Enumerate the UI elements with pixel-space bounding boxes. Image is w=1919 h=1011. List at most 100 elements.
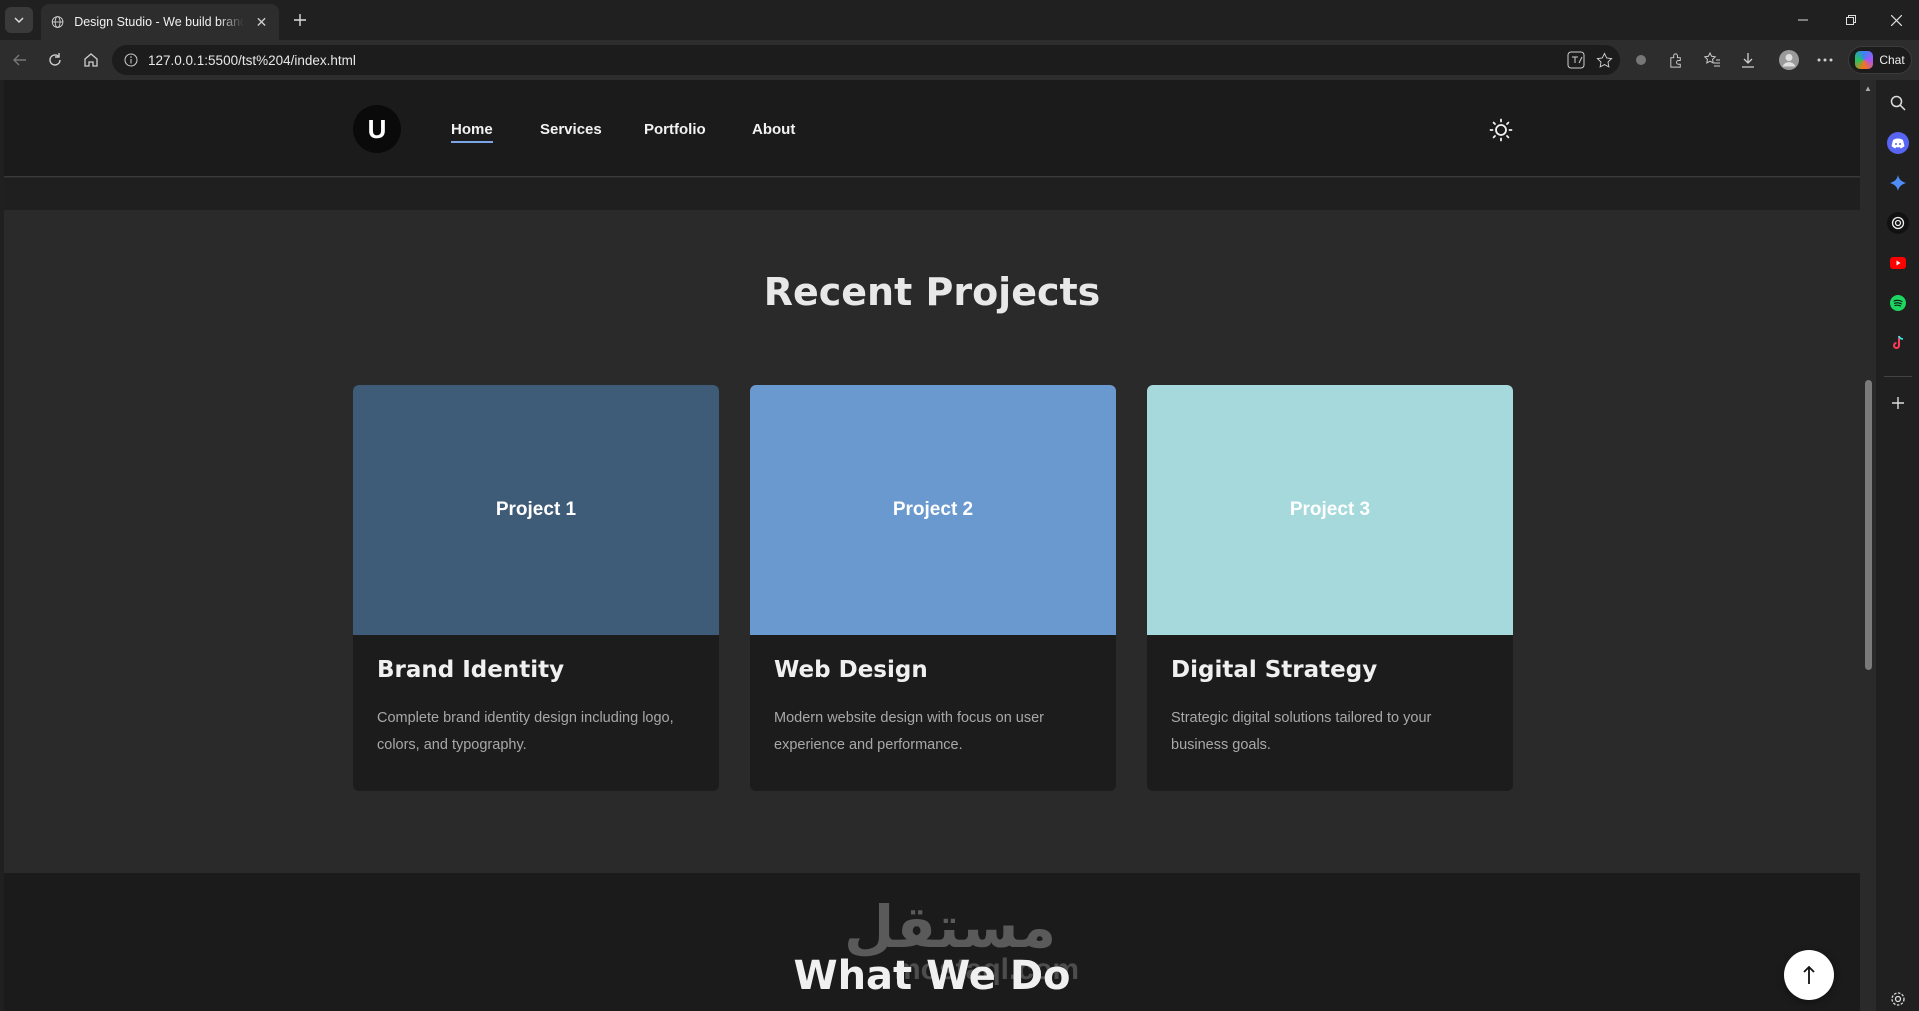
project-title: Web Design [774, 657, 928, 683]
chatgpt-icon [1891, 216, 1905, 230]
sparkle-icon [1890, 175, 1906, 191]
sidebar-gemini-button[interactable] [1887, 172, 1909, 194]
extension-dot-icon [1636, 55, 1646, 65]
close-icon [1890, 14, 1902, 26]
services-section: مستقل mostaql.com What We Do [4, 873, 1860, 1011]
nav-about[interactable]: About [752, 121, 795, 138]
browser-sidebar [1876, 80, 1919, 1011]
project-description: Complete brand identity design including… [377, 710, 674, 753]
favorite-button[interactable] [1590, 46, 1618, 74]
project-image: Project 1 [353, 385, 719, 635]
project-title: Brand Identity [377, 657, 565, 683]
sidebar-youtube-button[interactable] [1887, 252, 1909, 274]
favorites-button[interactable] [1698, 46, 1726, 74]
sidebar-tiktok-button[interactable] [1887, 332, 1909, 354]
project-image: Project 3 [1147, 385, 1513, 635]
project-card[interactable]: Project 3 Digital Strategy Strategic dig… [1147, 385, 1513, 791]
copilot-chat-button[interactable]: Chat [1848, 46, 1912, 74]
plus-icon [294, 14, 306, 26]
info-icon [124, 53, 138, 67]
spotify-icon [1890, 295, 1906, 311]
sun-icon [1489, 118, 1513, 142]
project-title: Digital Strategy [1171, 657, 1378, 683]
project-card-body: Web Design Modern website design with fo… [750, 635, 1116, 781]
page-scrollbar[interactable]: ▲ [1860, 80, 1876, 1011]
profile-button[interactable] [1775, 46, 1803, 74]
back-arrow-icon [13, 54, 26, 66]
hero-bottom-band [4, 178, 1860, 210]
home-button[interactable] [77, 46, 105, 74]
reload-button[interactable] [41, 46, 69, 74]
close-window-button[interactable] [1873, 6, 1919, 34]
sidebar-chatgpt-button[interactable] [1887, 212, 1909, 234]
copilot-icon [1855, 51, 1874, 69]
discord-icon [1891, 138, 1905, 148]
downloads-button[interactable] [1734, 46, 1762, 74]
tab-list-button[interactable] [5, 7, 33, 33]
home-icon [84, 53, 98, 67]
more-menu-button[interactable] [1811, 46, 1839, 74]
minimize-icon [1798, 19, 1808, 21]
nav-portfolio[interactable]: Portfolio [644, 121, 706, 138]
project-card[interactable]: Project 2 Web Design Modern website desi… [750, 385, 1116, 791]
address-bar[interactable]: 127.0.0.1:5500/tst%204/index.html [112, 45, 1620, 75]
browser-toolbar: 127.0.0.1:5500/tst%204/index.html Chat [0, 40, 1919, 80]
active-tab[interactable]: Design Studio - We build brands for ✕ [41, 4, 279, 40]
project-image-label: Project 2 [892, 499, 974, 520]
avatar-icon [1779, 50, 1799, 70]
project-description: Strategic digital solutions tailored to … [1171, 710, 1432, 753]
project-description: Modern website design with focus on user… [774, 710, 1045, 753]
sidebar-search-button[interactable] [1887, 92, 1909, 114]
sidebar-settings-button[interactable] [1887, 988, 1909, 1010]
globe-icon [51, 16, 64, 28]
restore-icon [1846, 15, 1856, 25]
youtube-icon [1890, 257, 1906, 269]
tiktok-icon [1893, 335, 1904, 349]
services-title: What We Do [793, 953, 1071, 999]
star-icon [1595, 51, 1613, 68]
chevron-down-icon [14, 17, 24, 24]
sidebar-add-button[interactable] [1887, 392, 1909, 414]
nav-home[interactable]: Home [451, 121, 493, 143]
sidebar-spotify-button[interactable] [1887, 292, 1909, 314]
project-image: Project 2 [750, 385, 1116, 635]
minimize-button[interactable] [1780, 6, 1826, 34]
puzzle-icon [1669, 52, 1681, 68]
browser-chrome: Design Studio - We build brands for ✕ 12… [0, 0, 1919, 80]
project-card-body: Digital Strategy Strategic digital solut… [1147, 635, 1513, 781]
projects-section: Recent Projects Project 1 Brand Identity… [4, 210, 1860, 873]
extensions-button[interactable] [1662, 46, 1690, 74]
project-card[interactable]: Project 1 Brand Identity Complete brand … [353, 385, 719, 791]
more-dots-icon [1817, 58, 1833, 62]
new-tab-button[interactable] [288, 8, 312, 32]
scroll-up-arrow-icon[interactable]: ▲ [1864, 84, 1872, 93]
theme-toggle-button[interactable] [1487, 116, 1515, 144]
extension-button[interactable] [1627, 46, 1655, 74]
translate-button[interactable] [1562, 46, 1590, 74]
restore-button[interactable] [1828, 6, 1874, 34]
gear-icon [1891, 992, 1905, 1006]
tab-close-icon[interactable]: ✕ [254, 14, 269, 31]
scrollbar-thumb[interactable] [1865, 380, 1872, 670]
project-image-label: Project 3 [1289, 499, 1371, 520]
project-card-body: Brand Identity Complete brand identity d… [353, 635, 719, 781]
site-logo[interactable]: U [353, 105, 401, 153]
download-icon [1742, 53, 1754, 68]
translate-icon [1567, 51, 1585, 69]
page-viewport: U Home Services Portfolio About Recent P… [4, 80, 1860, 1011]
project-image-label: Project 1 [495, 499, 577, 520]
reload-icon [49, 53, 61, 66]
sidebar-divider [1884, 376, 1912, 377]
nav-services[interactable]: Services [540, 121, 602, 138]
scroll-to-top-button[interactable] [1784, 950, 1834, 1000]
favorites-icon [1703, 51, 1720, 67]
sidebar-discord-button[interactable] [1887, 132, 1909, 154]
search-icon [1890, 95, 1906, 111]
site-header: U Home Services Portfolio About [4, 80, 1860, 177]
plus-icon [1892, 397, 1904, 409]
watermark-arabic: مستقل [844, 893, 1057, 961]
back-button[interactable] [6, 46, 34, 74]
tab-strip: Design Studio - We build brands for ✕ [0, 0, 1919, 40]
tab-title: Design Studio - We build brands for [74, 15, 244, 29]
arrow-up-icon [1803, 965, 1815, 984]
